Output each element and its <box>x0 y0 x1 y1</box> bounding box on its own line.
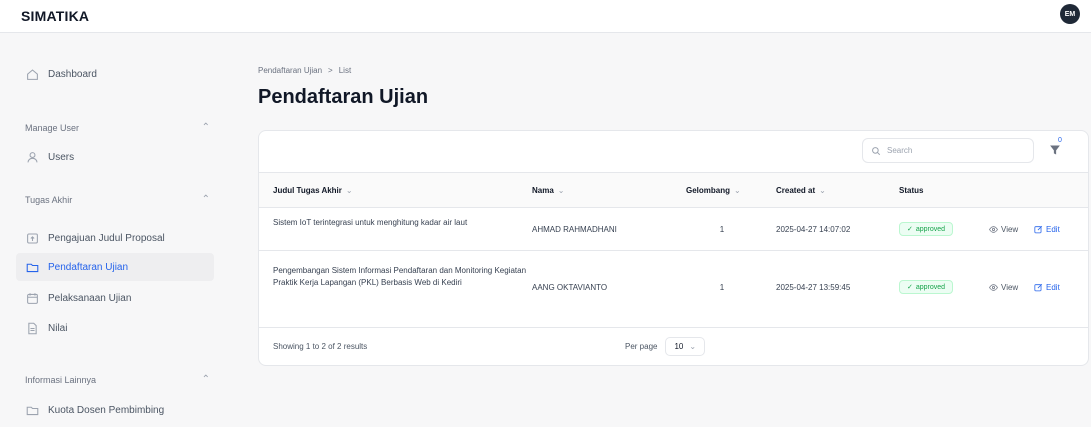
sidebar-item-users[interactable]: Users <box>16 143 214 171</box>
status-badge: ✓ approved <box>899 280 954 294</box>
column-header-status: Status <box>899 186 923 195</box>
sidebar-group-tugas-akhir[interactable]: Tugas Akhir ⌃ <box>25 194 210 205</box>
chevron-up-icon: ⌃ <box>201 122 210 133</box>
sidebar-item-pendaftaran-ujian[interactable]: Pendaftaran Ujian <box>16 253 214 281</box>
sidebar-item-nilai[interactable]: Nilai <box>16 314 214 342</box>
folder-icon <box>26 263 39 272</box>
sidebar-group-manage-user[interactable]: Manage User ⌃ <box>25 122 210 133</box>
home-icon <box>27 68 38 80</box>
chevron-up-icon: ⌃ <box>201 194 210 205</box>
folder-icon <box>26 406 39 415</box>
cell-nama: AHMAD RAHMADHANI <box>532 225 617 234</box>
sidebar-item-kuota-dosen[interactable]: Kuota Dosen Pembimbing <box>16 396 214 424</box>
search-icon <box>872 146 881 155</box>
status-text: approved <box>915 225 946 233</box>
breadcrumb-parent[interactable]: Pendaftaran Ujian <box>258 66 322 75</box>
document-upload-icon <box>27 233 38 243</box>
sidebar-group-informasi-lainnya[interactable]: Informasi Lainnya ⌃ <box>25 374 210 385</box>
sidebar-item-label: Pelaksanaan Ujian <box>48 292 132 304</box>
group-label-text: Tugas Akhir <box>25 194 73 205</box>
sidebar-item-label: Nilai <box>48 322 68 334</box>
cell-gelombang: 1 <box>719 283 725 292</box>
cell-created-at: 2025-04-27 14:07:02 <box>776 225 851 234</box>
user-icon <box>27 151 38 162</box>
sidebar-item-label: Pengajuan Judul Proposal <box>48 232 165 244</box>
column-header-created-at[interactable]: Created at ⌄ <box>776 186 826 195</box>
edit-button[interactable]: Edit <box>1034 225 1060 234</box>
sort-icon: ⌄ <box>734 186 741 195</box>
column-header-gelombang[interactable]: Gelombang ⌄ <box>686 186 741 195</box>
table-header: Judul Tugas Akhir ⌄ Nama ⌄ Gelombang ⌄ Crea… <box>259 173 1088 208</box>
per-page-value: 10 <box>674 342 684 351</box>
calendar-icon <box>27 292 38 304</box>
edit-label: Edit <box>1046 225 1060 234</box>
view-label: View <box>1001 283 1019 292</box>
cell-gelombang: 1 <box>719 225 725 234</box>
sidebar-item-pengajuan-judul[interactable]: Pengajuan Judul Proposal <box>16 224 214 252</box>
sidebar-item-label: Kuota Dosen Pembimbing <box>48 404 165 416</box>
cell-nama: AANG OKTAVIANTO <box>532 283 608 292</box>
column-header-nama[interactable]: Nama ⌄ <box>532 186 565 195</box>
breadcrumb: Pendaftaran Ujian > List <box>258 66 351 75</box>
table-card: 0 Judul Tugas Akhir⌄ Nama⌄ Gelombang⌄ Cr… <box>258 130 1089 366</box>
top-navbar: SIMATIKA EM <box>0 0 1091 33</box>
breadcrumb-separator: > <box>328 66 333 75</box>
app-brand[interactable]: SIMATIKA <box>21 8 89 24</box>
per-page-select[interactable]: 10 ⌄ <box>665 337 706 356</box>
per-page-label: Per page <box>625 342 658 351</box>
document-icon <box>28 322 37 334</box>
view-label: View <box>1001 225 1019 234</box>
chevron-down-icon: ⌄ <box>689 342 697 351</box>
check-circle-icon: ✓ <box>907 284 913 291</box>
sidebar-item-pelaksanaan-ujian[interactable]: Pelaksanaan Ujian <box>16 284 214 312</box>
user-avatar[interactable]: EM <box>1060 4 1080 24</box>
cell-judul: Pengembangan Sistem Informasi Pendaftara… <box>273 266 527 287</box>
breadcrumb-current: List <box>338 66 352 75</box>
sidebar: Dashboard Manage User ⌃ Users Tugas Akhi… <box>0 33 215 427</box>
table-toolbar: 0 <box>259 131 1088 173</box>
status-text: approved <box>915 283 946 291</box>
per-page-control: Per page 10 ⌄ <box>625 337 706 356</box>
edit-icon <box>1034 225 1043 234</box>
cell-created-at: 2025-04-27 13:59:45 <box>776 283 851 292</box>
table-row: Sistem IoT terintegrasi untuk menghitung… <box>259 208 1088 251</box>
edit-label: Edit <box>1046 283 1060 292</box>
column-label: Nama <box>532 186 554 195</box>
sort-icon: ⌄ <box>557 186 565 195</box>
chevron-up-icon: ⌃ <box>201 374 210 385</box>
sidebar-item-label: Dashboard <box>48 68 97 80</box>
cell-judul: Sistem IoT terintegrasi untuk menghitung… <box>273 218 468 227</box>
filter-count-badge: 0 <box>1058 137 1062 144</box>
status-badge: ✓ approved <box>899 222 954 236</box>
sort-icon: ⌄ <box>819 186 826 195</box>
column-label: Status <box>899 186 924 195</box>
view-button[interactable]: View <box>989 225 1018 234</box>
group-label-text: Manage User <box>25 122 80 133</box>
sidebar-item-label: Pendaftaran Ujian <box>48 261 129 273</box>
search-box[interactable] <box>862 138 1034 163</box>
group-label-text: Informasi Lainnya <box>25 374 97 385</box>
edit-icon <box>1034 283 1043 292</box>
table-row: Pengembangan Sistem Informasi Pendaftara… <box>259 251 1088 328</box>
column-label: Created at <box>776 186 816 195</box>
page-title: Pendaftaran Ujian <box>258 86 429 108</box>
column-label: Gelombang <box>686 186 731 195</box>
sort-icon: ⌄ <box>345 186 353 195</box>
sidebar-item-label: Users <box>48 151 75 163</box>
search-input[interactable] <box>887 146 1027 155</box>
main-content: Pendaftaran Ujian > List Pendaftaran Uji… <box>215 33 1091 427</box>
eye-icon <box>989 284 998 291</box>
table-footer: Showing 1 to 2 of 2 results Per page 10 … <box>259 328 1088 365</box>
view-button[interactable]: View <box>989 283 1018 292</box>
eye-icon <box>989 226 998 233</box>
filter-button[interactable]: 0 <box>1049 137 1065 159</box>
edit-button[interactable]: Edit <box>1034 283 1060 292</box>
check-circle-icon: ✓ <box>907 226 913 233</box>
column-header-judul[interactable]: Judul Tugas Akhir ⌄ <box>273 186 353 195</box>
sidebar-item-dashboard[interactable]: Dashboard <box>16 60 214 88</box>
column-label: Judul Tugas Akhir <box>273 186 342 195</box>
results-summary: Showing 1 to 2 of 2 results <box>273 342 368 351</box>
filter-icon <box>1050 145 1060 155</box>
